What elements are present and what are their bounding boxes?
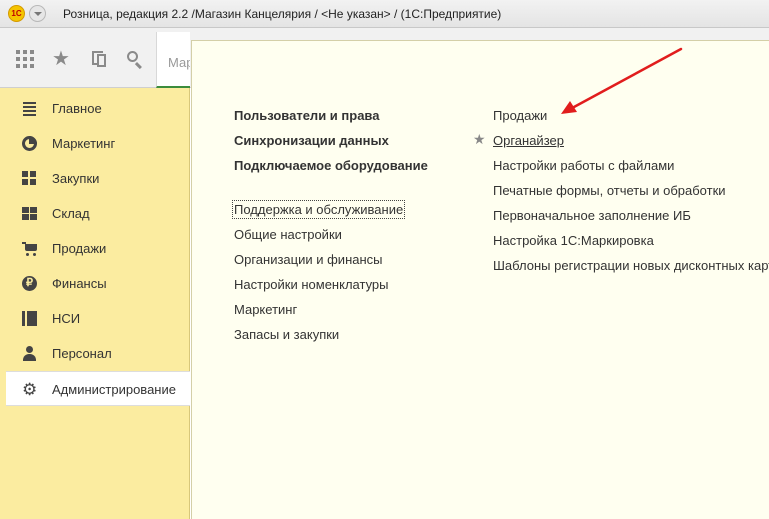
warehouse-icon (22, 206, 37, 221)
link-connected-equipment[interactable]: Подключаемое оборудование (234, 158, 428, 173)
sidebar-item-label: Закупки (52, 171, 100, 186)
title-bar: 1С Розница, редакция 2.2 /Магазин Канцел… (0, 0, 769, 28)
sidebar-item-label: НСИ (52, 311, 81, 326)
sidebar-item-sales[interactable]: Продажи (6, 231, 190, 266)
favorite-star-icon[interactable]: ★ (473, 131, 486, 148)
sidebar-item-purchases[interactable]: Закупки (6, 161, 190, 196)
sidebar-item-label: Маркетинг (52, 136, 116, 151)
ruble-icon: ₽ (22, 276, 37, 291)
link-organizations-and-finance[interactable]: Организации и финансы (234, 252, 383, 267)
sidebar-item-administration[interactable]: ⚙ Администрирование (6, 371, 190, 406)
favorites-star-icon[interactable]: ★ (52, 49, 70, 69)
sidebar-item-label: Финансы (52, 276, 107, 291)
link-marketing[interactable]: Маркетинг (234, 302, 297, 317)
main-menu-button[interactable] (29, 5, 46, 22)
link-data-sync[interactable]: Синхронизации данных (234, 133, 389, 148)
link-general-settings[interactable]: Общие настройки (234, 227, 342, 242)
sidebar-item-warehouse[interactable]: Склад (6, 196, 190, 231)
sidebar-item-main[interactable]: Главное (6, 91, 190, 126)
section-content-panel: Пользователи и права Синхронизации данны… (191, 40, 769, 519)
reference-data-icon (22, 311, 37, 326)
link-file-settings[interactable]: Настройки работы с файлами (493, 158, 674, 173)
sidebar-item-label: Главное (52, 101, 102, 116)
open-tab[interactable]: Мар (156, 32, 190, 88)
gear-icon: ⚙ (22, 380, 38, 399)
sidebar-item-finance[interactable]: ₽ Финансы (6, 266, 190, 301)
sidebar-item-label: Администрирование (52, 382, 176, 397)
sidebar-item-marketing[interactable]: Маркетинг (6, 126, 190, 161)
search-icon[interactable] (126, 50, 144, 70)
window-title: Розница, редакция 2.2 /Магазин Канцеляри… (63, 7, 502, 21)
purchases-icon (22, 171, 37, 186)
open-tab-label: Мар (168, 55, 190, 70)
link-print-forms-reports[interactable]: Печатные формы, отчеты и обработки (493, 183, 726, 198)
link-stock-and-purchases[interactable]: Запасы и закупки (234, 327, 339, 342)
1c-logo-icon[interactable]: 1С (8, 5, 25, 22)
cart-icon (22, 241, 37, 256)
person-icon (22, 346, 37, 361)
link-marking-settings[interactable]: Настройка 1С:Маркировка (493, 233, 654, 248)
link-users-and-rights[interactable]: Пользователи и права (234, 108, 379, 123)
link-support-and-maintenance[interactable]: Поддержка и обслуживание (231, 200, 406, 219)
sidebar-item-label: Склад (52, 206, 90, 221)
link-organizer[interactable]: Органайзер (493, 133, 564, 148)
history-icon[interactable] (90, 50, 108, 68)
pie-chart-icon (22, 136, 37, 151)
link-nomenclature-settings[interactable]: Настройки номенклатуры (234, 277, 389, 292)
link-discount-card-templates[interactable]: Шаблоны регистрации новых дисконтных кар… (493, 258, 769, 273)
sections-sidebar: Главное Маркетинг Закупки Склад Продажи … (0, 88, 190, 519)
sidebar-item-reference-data[interactable]: НСИ (6, 301, 190, 336)
apps-grid-icon[interactable] (16, 50, 34, 68)
sidebar-item-label: Персонал (52, 346, 112, 361)
link-sales[interactable]: Продажи (493, 108, 547, 123)
sidebar-item-personnel[interactable]: Персонал (6, 336, 190, 371)
link-initial-db-fill[interactable]: Первоначальное заполнение ИБ (493, 208, 691, 223)
list-icon (22, 101, 37, 116)
sidebar-item-label: Продажи (52, 241, 107, 256)
